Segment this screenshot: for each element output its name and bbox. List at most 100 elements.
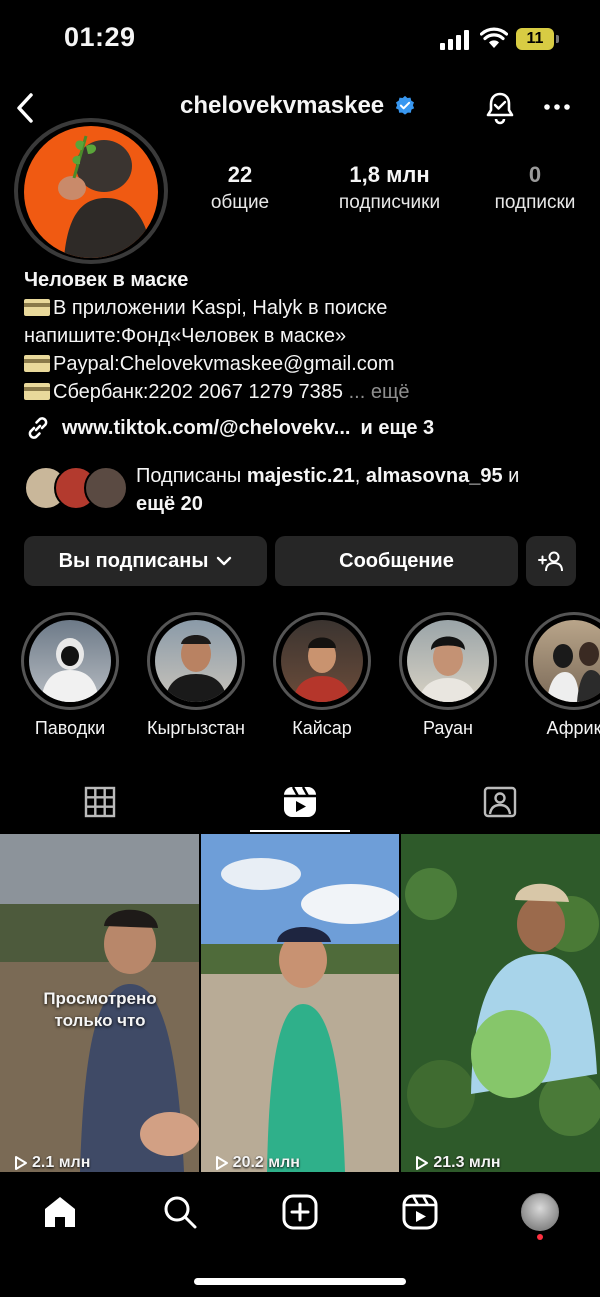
highlight-ring <box>147 612 245 710</box>
highlight-item[interactable]: Африк <box>514 612 600 739</box>
posts-count: 22 <box>227 162 253 187</box>
status-bar: 01:29 11 <box>0 0 600 80</box>
play-icon <box>15 1156 27 1170</box>
highlight-ring <box>21 612 119 710</box>
tab-reels[interactable] <box>200 772 400 832</box>
chevron-down-icon <box>217 556 232 566</box>
nav-profile[interactable] <box>518 1190 562 1234</box>
bio-line: напишите:Фонд«Человек в маске» <box>24 325 347 347</box>
reel-thumbnail[interactable]: 20.2 млн <box>200 834 400 1172</box>
avatar-image <box>24 126 158 258</box>
highlight-image <box>29 620 111 702</box>
posts-label: общие <box>210 192 270 213</box>
message-button[interactable]: Сообщение <box>275 536 518 586</box>
home-indicator <box>194 1278 406 1285</box>
highlight-item[interactable]: Рауан <box>388 612 508 739</box>
grid-icon <box>84 786 116 818</box>
avatar <box>84 466 128 510</box>
bio-more-link[interactable]: ... ещё <box>349 381 410 403</box>
chevron-left-icon <box>17 93 33 123</box>
message-button-label: Сообщение <box>339 549 454 572</box>
followers-count: 1,8 млн <box>349 162 430 187</box>
add-post-icon <box>282 1194 318 1230</box>
following-button-label: Вы подписаны <box>58 549 209 572</box>
reels-icon <box>284 786 316 817</box>
nav-home[interactable] <box>38 1190 82 1234</box>
stat-followers[interactable]: 1,8 млн подписчики <box>312 162 467 214</box>
link-extra: и еще 3 <box>360 416 435 439</box>
play-icon <box>215 1156 228 1170</box>
reel-views: 2.1 млн <box>14 1154 90 1172</box>
credit-card-icon <box>24 355 50 372</box>
search-icon <box>164 1196 197 1229</box>
reels-grid: Просмотрено только что 2.1 млн 20.2 млн <box>0 834 600 1172</box>
story-highlights: Паводки Кыргызстан Кайсар Рауан Африк <box>0 612 600 742</box>
reel-views: 20.2 млн <box>215 1154 300 1172</box>
reel-image <box>200 834 400 1172</box>
highlight-ring <box>525 612 600 710</box>
username-title: chelovekvmaskee <box>180 92 416 120</box>
bio-line: Сбербанк:2202 2067 1279 7385 ... ещё <box>24 378 584 406</box>
reel-thumbnail[interactable]: 21.3 млн <box>401 834 600 1172</box>
highlight-ring <box>273 612 371 710</box>
battery-tip <box>556 35 559 43</box>
suggested-users-button[interactable] <box>526 536 576 586</box>
profile-stats: 22 общие 1,8 млн подписчики 0 подписки <box>180 162 600 214</box>
mutual-avatars <box>24 462 134 516</box>
followers-label: подписчики <box>338 192 441 213</box>
link-url: www.tiktok.com/@chelovekv... <box>62 416 351 439</box>
highlight-image <box>407 620 489 702</box>
username: chelovekvmaskee <box>180 92 385 119</box>
profile-tabs <box>0 772 600 832</box>
credit-card-icon <box>24 383 50 400</box>
profile-actions: Вы подписаны Сообщение <box>24 536 576 586</box>
avatar <box>521 1193 559 1231</box>
stat-following[interactable]: 0 подписки <box>475 162 595 214</box>
reel-thumbnail[interactable]: Просмотрено только что 2.1 млн <box>0 834 199 1172</box>
verified-badge-icon <box>395 95 415 115</box>
cellular-signal-icon <box>440 30 470 50</box>
highlight-image <box>281 620 363 702</box>
nav-create[interactable] <box>278 1190 322 1234</box>
profile-full-name: Человек в маске <box>24 269 189 291</box>
nav-search[interactable] <box>158 1190 202 1234</box>
notification-dot <box>537 1234 543 1240</box>
highlight-label: Паводки <box>34 718 106 738</box>
credit-card-icon <box>24 299 50 316</box>
bio-line: Paypal:Chelovekvmaskee@gmail.com <box>24 350 584 378</box>
following-label: подписки <box>494 192 576 213</box>
watched-overlay: Просмотрено только что <box>43 989 157 1030</box>
tab-posts-grid[interactable] <box>0 772 200 832</box>
wifi-icon <box>480 27 508 48</box>
home-icon <box>45 1197 75 1227</box>
highlight-item[interactable]: Кайсар <box>262 612 382 739</box>
status-time: 01:29 <box>64 22 136 52</box>
bell-icon <box>486 92 514 125</box>
profile-bio: Человек в маске В приложении Kaspi, Haly… <box>24 266 584 406</box>
reels-icon <box>402 1194 438 1230</box>
highlight-item[interactable]: Паводки <box>10 612 130 739</box>
highlight-label: Рауан <box>423 718 473 738</box>
profile-link[interactable]: www.tiktok.com/@chelovekv... и еще 3 <box>24 414 434 442</box>
mutual-followers[interactable]: Подписаны majestic.21, almasovna_95 и ещ… <box>24 462 584 518</box>
nav-reels[interactable] <box>398 1190 442 1234</box>
back-button[interactable] <box>10 88 40 128</box>
profile-avatar[interactable] <box>14 118 168 264</box>
notifications-bell-button[interactable] <box>484 90 516 126</box>
tagged-person-icon <box>483 786 517 818</box>
battery-indicator: 11 <box>516 28 554 50</box>
more-horizontal-icon <box>544 104 570 110</box>
link-icon <box>28 417 48 439</box>
highlight-label: Кайсар <box>292 718 352 738</box>
highlight-item[interactable]: Кыргызстан <box>136 612 256 739</box>
bio-line: В приложении Kaspi, Halyk в поиске <box>24 294 584 322</box>
highlight-image <box>533 620 600 702</box>
more-options-button[interactable] <box>542 92 572 122</box>
mutual-followers-text: Подписаны majestic.21, almasovna_95 и ещ… <box>136 465 520 515</box>
reel-views: 21.3 млн <box>415 1154 501 1172</box>
stat-posts[interactable]: 22 общие <box>180 162 300 214</box>
play-icon <box>416 1156 429 1170</box>
tab-tagged[interactable] <box>400 772 600 832</box>
following-button[interactable]: Вы подписаны <box>24 536 267 586</box>
following-count: 0 <box>528 162 542 187</box>
